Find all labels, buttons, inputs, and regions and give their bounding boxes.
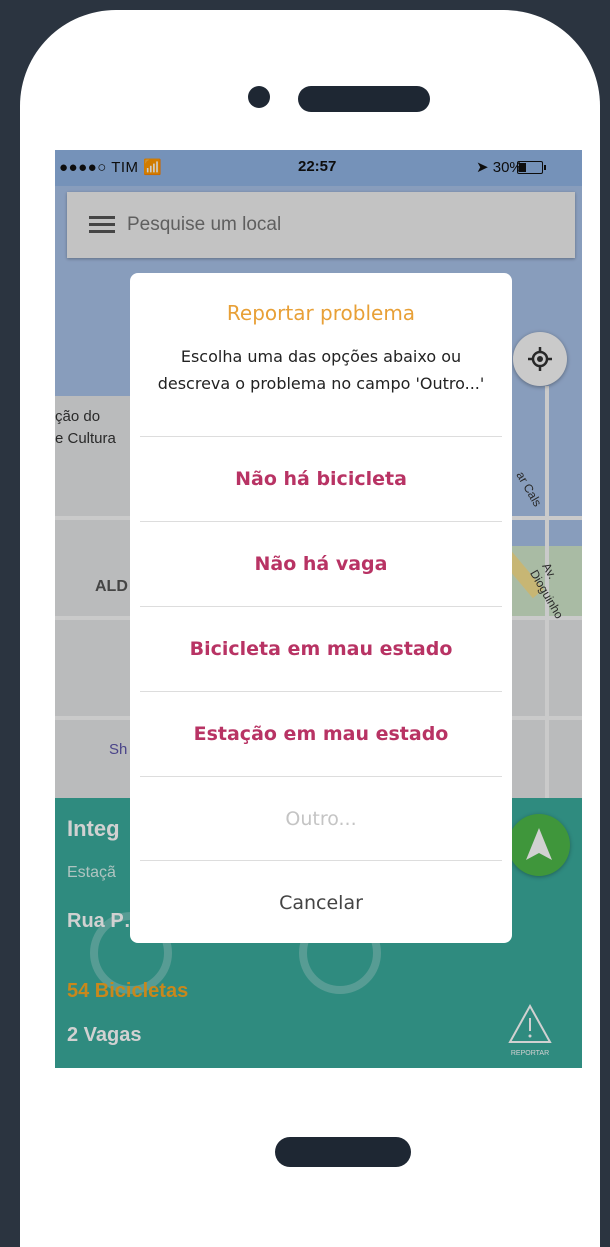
dialog-message: Escolha uma das opções abaixo ou descrev… [157, 347, 485, 393]
app-screen: ção do e Cultura ALD Sh ar Cals Av. Diog… [55, 150, 582, 1068]
option-no-dock[interactable]: Não há vaga [140, 521, 502, 605]
speaker-grille [298, 86, 430, 112]
option-other[interactable]: Outro... [140, 776, 502, 860]
report-dialog: Reportar problema Escolha uma das opções… [130, 273, 512, 943]
option-bike-bad-condition[interactable]: Bicicleta em mau estado [140, 606, 502, 690]
option-no-bike[interactable]: Não há bicicleta [140, 436, 502, 520]
dialog-title: Reportar problema [226, 301, 416, 325]
home-button[interactable] [275, 1137, 411, 1167]
camera-dot [248, 86, 270, 108]
option-station-bad-condition[interactable]: Estação em mau estado [140, 691, 502, 775]
cancel-button[interactable]: Cancelar [140, 860, 502, 944]
